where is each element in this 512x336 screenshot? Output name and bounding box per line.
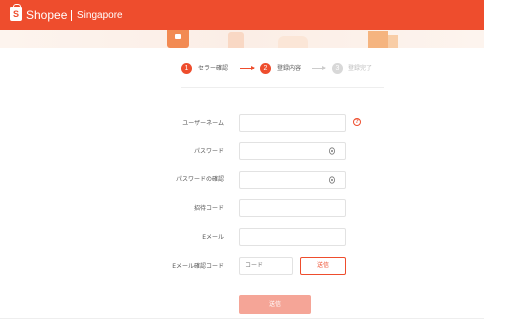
box-illustration xyxy=(228,32,244,48)
step-indicator: 1 セラー確認 2 登録内容 3 登録完了 xyxy=(181,63,391,77)
decorative-banner xyxy=(0,30,484,48)
invite-code-label: 招待コード xyxy=(193,205,224,212)
parcel-illustration xyxy=(368,31,388,48)
steps-divider xyxy=(181,87,384,88)
eye-icon[interactable] xyxy=(328,147,336,155)
password-label: パスワード xyxy=(193,148,224,155)
password-confirm-label: パスワードの確認 xyxy=(175,176,224,183)
logo-letter: S xyxy=(12,9,19,19)
parcel-small-illustration xyxy=(388,35,398,48)
step-2-label: 登録内容 xyxy=(277,65,302,72)
help-icon[interactable]: ? xyxy=(353,118,361,126)
invite-code-input[interactable] xyxy=(239,199,346,217)
email-input[interactable] xyxy=(239,228,346,246)
step-arrow-2 xyxy=(312,66,326,70)
step-arrow-1 xyxy=(240,66,255,70)
shopee-bag-icon[interactable]: S xyxy=(10,4,22,21)
username-label: ユーザーネーム xyxy=(182,120,224,127)
step-1-circle: 1 xyxy=(181,63,192,74)
eye-icon[interactable] xyxy=(328,176,336,184)
shopping-bag-illustration xyxy=(167,30,189,48)
brand-name[interactable]: Shopee xyxy=(26,8,67,22)
email-code-label: Eメール確認コード xyxy=(172,263,224,270)
email-label: Eメール xyxy=(202,234,224,241)
header-divider xyxy=(71,10,72,21)
top-header: S Shopee Singapore xyxy=(0,0,484,30)
cloud-illustration xyxy=(278,36,308,48)
send-code-button[interactable]: 送信 xyxy=(300,257,346,275)
page-divider xyxy=(0,318,484,319)
username-input[interactable] xyxy=(239,114,346,132)
region-name: Singapore xyxy=(77,10,123,21)
step-2-circle: 2 xyxy=(260,63,271,74)
step-1-label: セラー確認 xyxy=(198,65,229,72)
email-code-input[interactable] xyxy=(239,257,293,275)
step-3-circle: 3 xyxy=(332,63,343,74)
submit-button[interactable]: 送信 xyxy=(239,295,311,314)
step-3-label: 登録完了 xyxy=(348,65,373,72)
